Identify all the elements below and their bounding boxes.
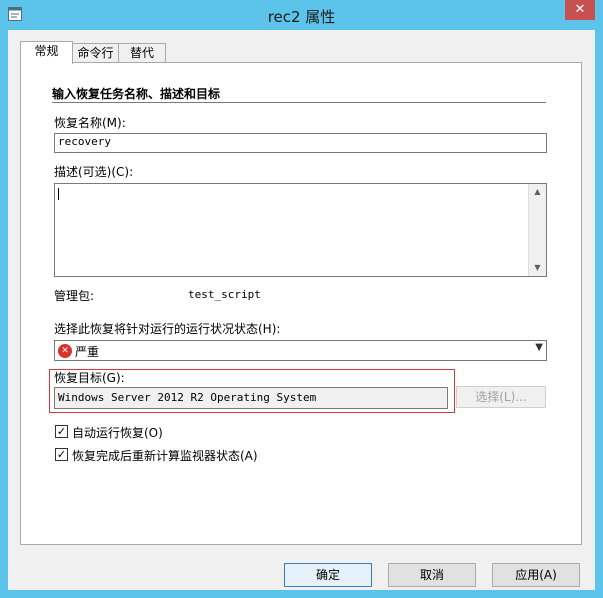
- recovery-target-field: Windows Server 2012 R2 Operating System: [54, 387, 448, 409]
- text-caret: [58, 188, 59, 200]
- dialog-body: 常规 命令行 替代 输入恢复任务名称、描述和目标 恢复名称(M): recove…: [8, 30, 595, 590]
- recovery-name-label: 恢复名称(M):: [54, 116, 126, 130]
- chevron-down-icon: ▼: [535, 342, 543, 353]
- tab-overrides[interactable]: 替代: [118, 43, 166, 63]
- section-divider: [52, 102, 546, 103]
- auto-run-label[interactable]: 自动运行恢复(O): [72, 424, 163, 441]
- title-bar: rec2 属性 ✕: [0, 0, 603, 30]
- tab-general[interactable]: 常规: [20, 41, 73, 64]
- auto-run-checkbox[interactable]: ✓: [55, 425, 68, 438]
- critical-error-icon: ✕: [58, 344, 72, 358]
- management-pack-value: test_script: [188, 288, 261, 301]
- description-label: 描述(可选)(C):: [54, 165, 134, 179]
- recovery-target-label: 恢复目标(G):: [54, 371, 125, 385]
- tab-command-line[interactable]: 命令行: [71, 43, 120, 63]
- recalculate-monitor-label[interactable]: 恢复完成后重新计算监视器状态(A): [72, 447, 258, 464]
- health-state-value: 严重: [75, 345, 100, 359]
- description-input[interactable]: ▲ ▼: [54, 183, 547, 277]
- apply-button[interactable]: 应用(A): [492, 563, 580, 587]
- ok-button[interactable]: 确定: [284, 563, 372, 587]
- scroll-up-icon[interactable]: ▲: [529, 184, 546, 200]
- select-target-button[interactable]: 选择(L)...: [456, 386, 546, 408]
- health-state-select[interactable]: ✕ 严重 ▼: [54, 340, 547, 361]
- recalculate-monitor-checkbox[interactable]: ✓: [55, 448, 68, 461]
- close-button[interactable]: ✕: [565, 0, 595, 20]
- section-title: 输入恢复任务名称、描述和目标: [52, 87, 221, 101]
- scroll-down-icon[interactable]: ▼: [529, 260, 546, 276]
- management-pack-label: 管理包:: [54, 289, 95, 303]
- cancel-button[interactable]: 取消: [388, 563, 476, 587]
- window-title: rec2 属性: [267, 8, 336, 26]
- description-scrollbar[interactable]: ▲ ▼: [528, 184, 546, 276]
- health-state-label: 选择此恢复将针对运行的运行状况状态(H):: [54, 322, 281, 336]
- recovery-name-input[interactable]: recovery: [54, 133, 547, 153]
